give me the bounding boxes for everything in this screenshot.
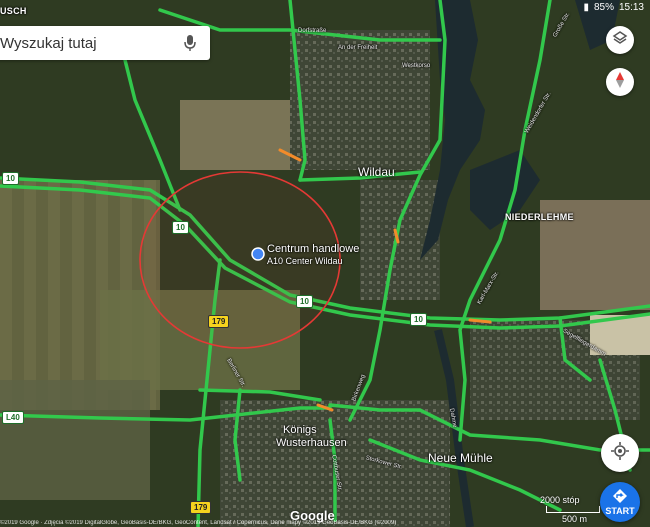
map-attribution[interactable]: ©2019 Google · Zdjęcia ©2019 DigitalGlob… — [0, 520, 650, 526]
town-wildau[interactable]: Wildau — [358, 165, 395, 179]
start-label: START — [605, 506, 635, 516]
town-neue-muhle[interactable]: Neue Mühle — [428, 451, 493, 465]
highway-shield-a10: 10 — [172, 221, 189, 234]
poi-marker[interactable] — [251, 247, 265, 261]
poi-subtitle: A10 Center Wildau — [267, 256, 343, 266]
map-label-corner: USCH — [0, 6, 27, 16]
battery-level: 85% — [593, 2, 614, 13]
town-konigs[interactable]: Königs — [283, 424, 317, 436]
town-wusterhausen[interactable]: Wusterhausen — [276, 437, 347, 449]
layers-icon — [612, 30, 628, 51]
compass-button[interactable] — [606, 68, 634, 96]
compass-icon — [614, 71, 626, 94]
highway-shield-a10: 10 — [296, 295, 313, 308]
poi-name[interactable]: Centrum handlowe — [267, 243, 359, 255]
field-southwest — [0, 380, 150, 500]
microphone-icon[interactable] — [180, 31, 200, 55]
search-input[interactable]: Wyszukaj tutaj — [0, 35, 180, 52]
search-bar[interactable]: Wyszukaj tutaj — [0, 26, 210, 60]
navigation-arrow-icon — [613, 489, 627, 505]
layers-button[interactable] — [606, 26, 634, 54]
scale-bar-line — [546, 506, 600, 513]
clock: 15:13 — [618, 2, 644, 13]
highway-shield-a10: 10 — [410, 313, 427, 326]
my-location-button[interactable] — [601, 434, 639, 472]
my-location-icon — [611, 441, 629, 465]
town-niederlehme[interactable]: NIEDERLEHME — [505, 212, 574, 222]
street-label: Westkorso — [402, 63, 431, 69]
status-right: ▮ 85% 15:13 — [583, 2, 644, 13]
street-label: An der Freiheit — [338, 45, 378, 51]
road-shield-b179: 179 — [208, 315, 230, 328]
highway-shield-a10: 10 — [2, 172, 19, 185]
town-area — [290, 30, 430, 170]
field-north — [180, 100, 290, 170]
road-shield-l40: L40 — [2, 411, 24, 424]
status-bar: ▮ 85% 15:13 — [0, 0, 650, 16]
street-label: Dorfstraße — [298, 28, 327, 34]
scale-ft: 2000 stóp — [540, 495, 580, 505]
battery-icon: ▮ — [583, 2, 589, 13]
road-shield-b179: 179 — [190, 501, 212, 514]
start-navigation-button[interactable]: START — [600, 482, 640, 522]
